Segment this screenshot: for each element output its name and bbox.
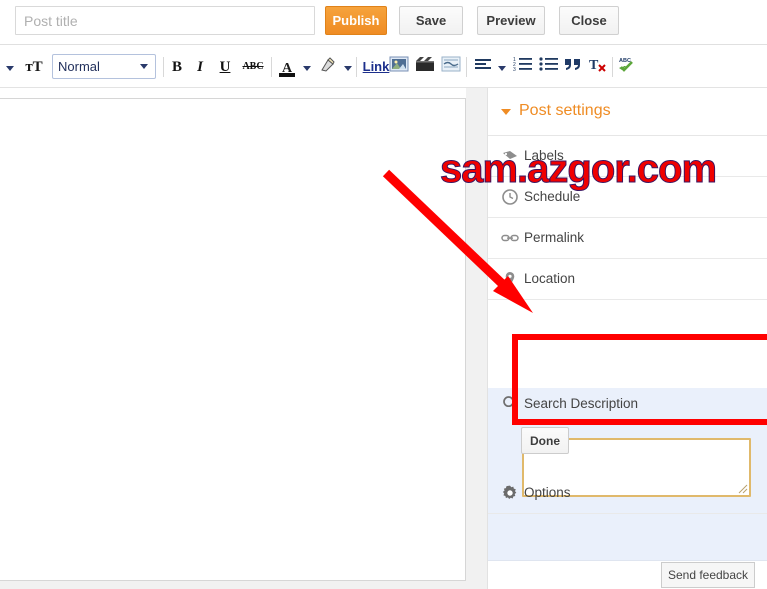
post-body-editor[interactable] <box>0 98 466 581</box>
insert-video-icon[interactable] <box>414 56 436 78</box>
bold-button[interactable]: B <box>168 56 186 78</box>
sidebar-item-label: Options <box>524 485 571 500</box>
highlight-pen-glyph <box>321 57 335 72</box>
italic-button[interactable]: I <box>192 56 208 78</box>
clock-icon <box>501 188 519 206</box>
bullet-list-glyph <box>539 57 558 71</box>
save-button[interactable]: Save <box>399 6 463 35</box>
toolbar-divider <box>163 57 164 77</box>
spellcheck-icon[interactable]: ABC <box>618 56 640 78</box>
sidebar-item-permalink[interactable]: Permalink <box>488 218 767 259</box>
remove-formatting-icon[interactable]: T <box>588 56 610 78</box>
gear-icon <box>501 484 519 502</box>
caret-down-icon <box>501 109 511 115</box>
sidebar-item-label: Location <box>524 271 576 286</box>
search-icon <box>502 395 518 411</box>
align-left-icon[interactable] <box>472 56 494 78</box>
underline-button[interactable]: U <box>216 56 234 78</box>
chevron-down-icon <box>140 64 148 69</box>
jump-break-glyph <box>441 56 461 72</box>
map-pin-icon <box>501 270 519 288</box>
align-caret-icon[interactable] <box>495 56 509 78</box>
sidebar-item-labels[interactable]: Labels <box>488 136 767 177</box>
highlight-pen-icon[interactable] <box>318 56 338 78</box>
strikethrough-button[interactable]: ABC <box>240 56 266 78</box>
align-left-glyph <box>475 59 491 69</box>
font-family-icon[interactable]: тT <box>22 56 46 78</box>
blockquote-glyph <box>565 59 580 70</box>
svg-text:T: T <box>589 58 599 72</box>
preview-button[interactable]: Preview <box>477 6 545 35</box>
search-description-done-button[interactable]: Done <box>521 427 569 454</box>
sidebar-item-schedule[interactable]: Schedule <box>488 177 767 218</box>
numbered-list-glyph: 1 2 3 <box>513 57 532 73</box>
sidebar-item-options[interactable]: Options <box>488 473 767 514</box>
sidebar-item-label: Labels <box>524 148 564 163</box>
svg-text:3: 3 <box>513 67 516 72</box>
font-size-select[interactable]: Normal <box>52 54 156 79</box>
jump-break-icon[interactable] <box>440 56 462 78</box>
toolbar-divider <box>356 57 357 77</box>
search-description-label: Search Description <box>524 396 639 411</box>
top-action-bar: Publish Save Preview Close <box>0 0 767 45</box>
insert-link-button[interactable]: Link <box>362 56 390 78</box>
remove-formatting-glyph: T <box>589 58 606 73</box>
sidebar-item-label: Schedule <box>524 189 581 204</box>
sidebar-item-label: Permalink <box>524 230 585 245</box>
insert-image-icon[interactable] <box>388 56 410 78</box>
sidebar-item-location[interactable]: Location <box>488 259 767 300</box>
post-settings-header[interactable]: Post settings <box>488 88 767 136</box>
toolbar-divider <box>612 57 613 77</box>
link-chain-icon <box>501 229 519 247</box>
post-title-input[interactable] <box>15 6 315 35</box>
text-color-swatch <box>279 73 295 77</box>
post-settings-sidebar: Post settings Labels Schedule Permalink … <box>487 88 767 589</box>
numbered-list-icon[interactable]: 1 2 3 <box>512 56 534 78</box>
toolbar-divider <box>271 57 272 77</box>
editor-sidebar-gap <box>466 88 487 589</box>
formatting-toolbar: тT Normal B I U ABC A Link 1 2 3 T ABC <box>0 46 767 88</box>
highlight-caret-icon[interactable] <box>341 56 355 78</box>
blockquote-icon[interactable] <box>562 56 584 78</box>
insert-video-glyph <box>416 57 434 71</box>
editor-bottom-strip <box>0 581 487 589</box>
publish-button[interactable]: Publish <box>325 6 387 35</box>
search-description-header[interactable]: Search Description <box>488 388 767 422</box>
send-feedback-button[interactable]: Send feedback <box>661 562 755 588</box>
label-tag-icon <box>501 147 519 165</box>
toolbar-divider <box>466 57 467 77</box>
text-color-button[interactable]: A <box>277 56 297 78</box>
post-settings-title: Post settings <box>519 102 611 119</box>
undo-caret-icon[interactable] <box>2 56 18 78</box>
text-color-caret-icon[interactable] <box>300 56 314 78</box>
spellcheck-glyph: ABC <box>619 58 633 72</box>
bullet-list-icon[interactable] <box>538 56 560 78</box>
close-button[interactable]: Close <box>559 6 619 35</box>
insert-image-glyph <box>389 56 409 72</box>
font-size-value: Normal <box>58 59 100 74</box>
